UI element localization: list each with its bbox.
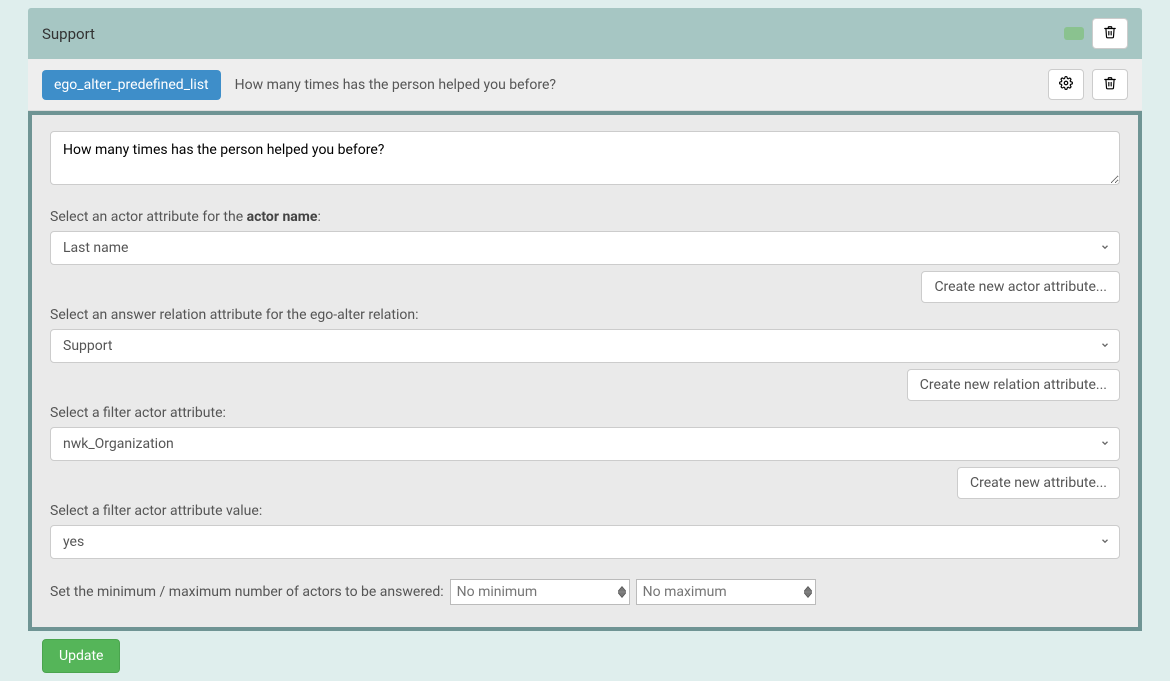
delete-question-button[interactable]: [1092, 69, 1128, 100]
update-button[interactable]: Update: [42, 639, 120, 673]
create-actor-attribute-button[interactable]: Create new actor attribute...: [921, 271, 1120, 303]
question-prompt-input[interactable]: [50, 131, 1120, 185]
create-relation-attribute-button[interactable]: Create new relation attribute...: [907, 369, 1120, 401]
relation-select[interactable]: Support: [50, 329, 1120, 363]
filter-value-select[interactable]: yes: [50, 525, 1120, 559]
question-title: How many times has the person helped you…: [235, 77, 1048, 93]
actor-name-select[interactable]: Last name: [50, 231, 1120, 265]
delete-panel-button[interactable]: [1092, 18, 1128, 49]
create-attribute-button[interactable]: Create new attribute...: [957, 467, 1120, 499]
filter-attr-select[interactable]: nwk_Organization: [50, 427, 1120, 461]
panel-title: Support: [42, 25, 95, 43]
actor-name-label: Select an actor attribute for the actor …: [50, 209, 1120, 225]
minmax-label: Set the minimum / maximum number of acto…: [50, 584, 444, 600]
relation-label: Select an answer relation attribute for …: [50, 307, 1120, 323]
spinner-icon: [618, 586, 626, 598]
question-type-badge: ego_alter_predefined_list: [42, 70, 221, 100]
gear-icon: [1059, 76, 1073, 93]
filter-value-label: Select a filter actor attribute value:: [50, 503, 1120, 519]
panel-header: Support: [28, 8, 1142, 59]
trash-icon: [1103, 76, 1117, 93]
question-body: Select an actor attribute for the actor …: [28, 111, 1142, 631]
question-settings-button[interactable]: [1048, 69, 1084, 100]
max-actors-input[interactable]: [636, 579, 816, 605]
trash-icon: [1103, 25, 1117, 42]
min-actors-input[interactable]: [450, 579, 630, 605]
card-icon: [1064, 27, 1084, 40]
filter-attr-label: Select a filter actor attribute:: [50, 405, 1120, 421]
spinner-icon: [804, 586, 812, 598]
question-header-row: ego_alter_predefined_list How many times…: [42, 59, 1128, 110]
